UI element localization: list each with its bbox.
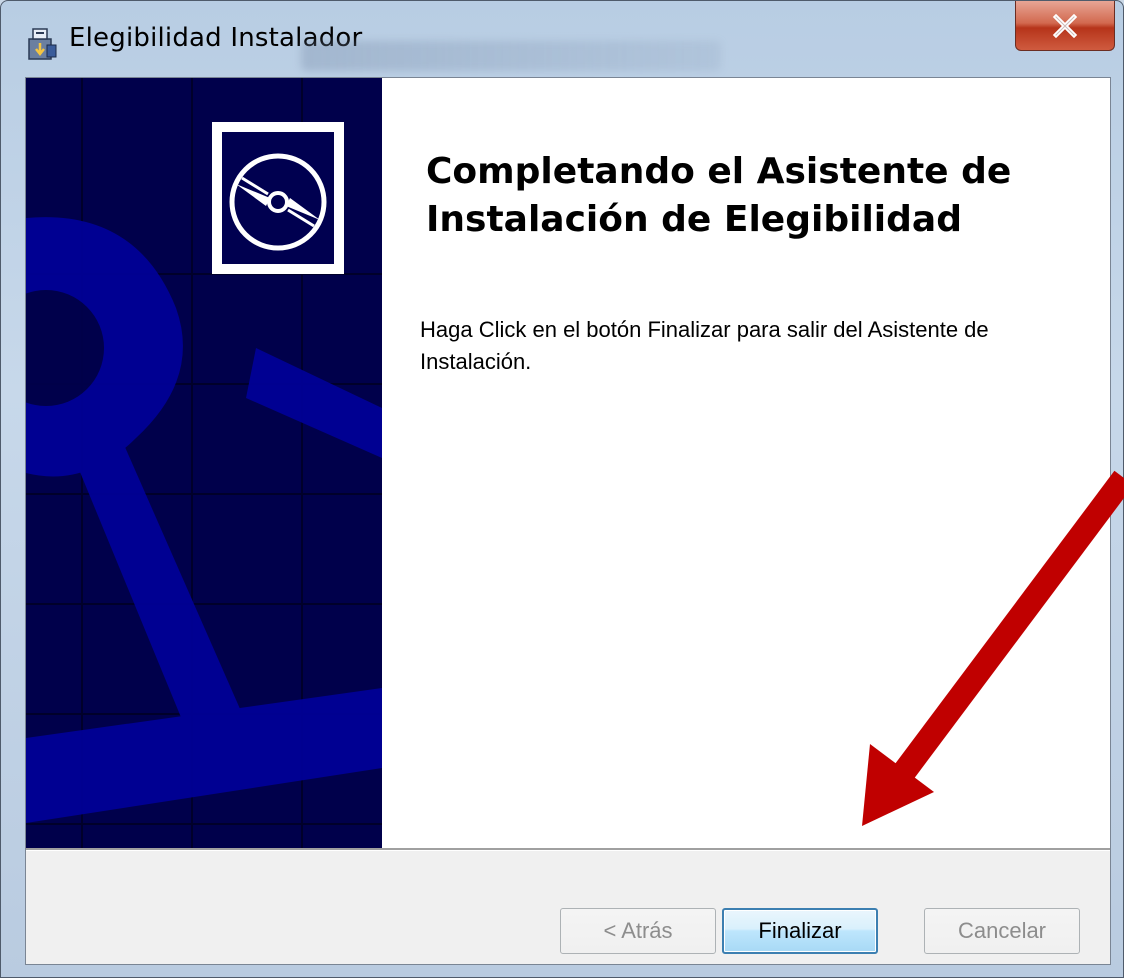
close-icon [1052,13,1078,38]
wizard-side-banner [26,78,382,848]
title-bar[interactable]: Elegibilidad Instalador [1,1,1123,77]
installer-window: Elegibilidad Instalador Completando el A… [0,0,1124,978]
cd-disc-icon [229,153,327,251]
finish-button[interactable]: Finalizar [722,908,878,954]
cd-logo-inner [222,132,334,264]
button-separator [26,848,1110,851]
background-window-ghost [301,41,721,71]
installer-icon [27,27,57,61]
cd-logo-frame [212,122,344,274]
close-button[interactable] [1015,1,1115,51]
back-button[interactable]: < Atrás [560,908,716,954]
cancel-button[interactable]: Cancelar [924,908,1080,954]
wizard-heading: Completando el Asistente de Instalación … [426,151,1012,240]
wizard-instructions: Haga Click en el botón Finalizar para sa… [420,317,989,374]
wizard-content-panel: Completando el Asistente de Instalación … [382,78,1110,848]
wizard-client-area: Completando el Asistente de Instalación … [25,77,1111,965]
